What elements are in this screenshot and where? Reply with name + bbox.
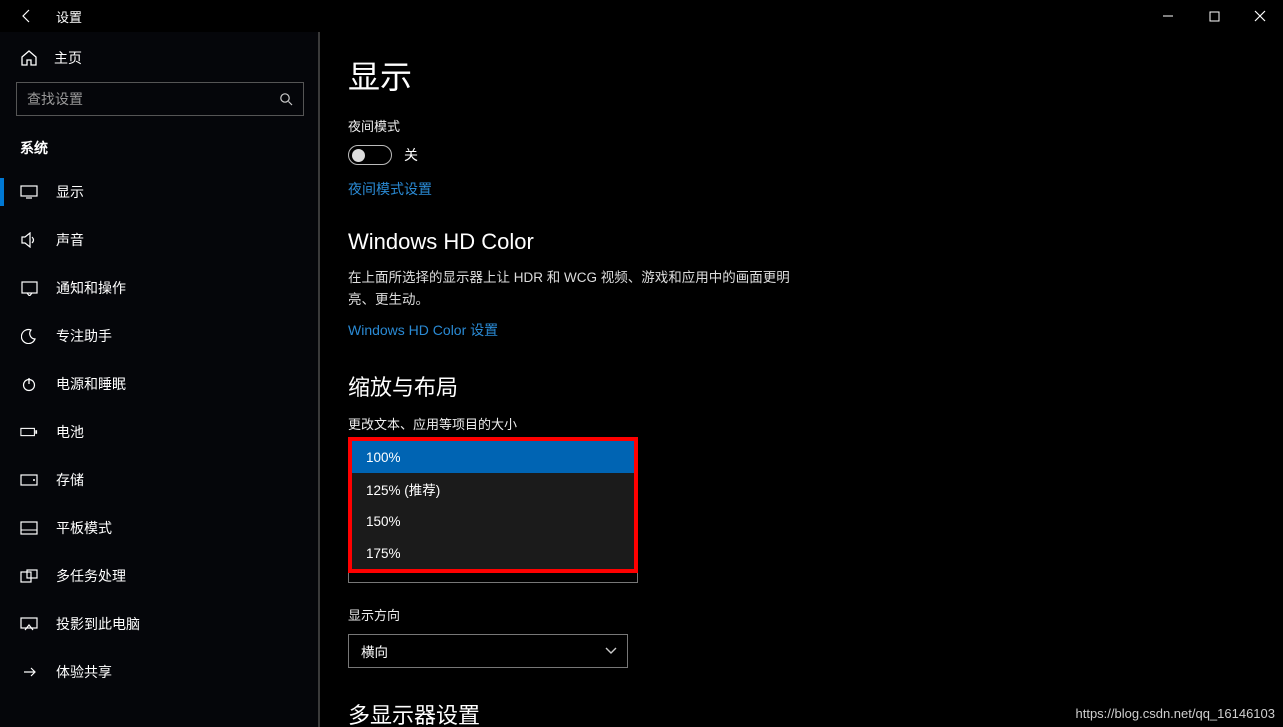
night-mode-state: 关 — [404, 145, 418, 165]
sidebar-item-battery[interactable]: 电池 — [0, 408, 320, 456]
sidebar-item-label: 平板模式 — [56, 518, 112, 538]
chevron-down-icon — [605, 647, 617, 655]
notification-icon — [20, 279, 38, 297]
sidebar-item-label: 多任务处理 — [56, 566, 126, 586]
night-mode-label: 夜间模式 — [348, 116, 960, 135]
sidebar-item-label: 显示 — [56, 182, 84, 202]
sidebar-item-label: 体验共享 — [56, 662, 112, 682]
sidebar-item-shared[interactable]: 体验共享 — [0, 648, 320, 696]
sidebar-item-label: 专注助手 — [56, 326, 112, 346]
sidebar-home[interactable]: 主页 — [0, 40, 320, 82]
sidebar-home-label: 主页 — [54, 48, 82, 68]
scale-dropdown-open[interactable]: 100% 125% (推荐) 150% 175% — [348, 437, 638, 573]
hd-color-settings-link[interactable]: Windows HD Color 设置 — [348, 320, 498, 340]
maximize-button[interactable] — [1191, 0, 1237, 32]
sidebar-item-label: 通知和操作 — [56, 278, 126, 298]
monitor-icon — [20, 183, 38, 201]
scale-option-175[interactable]: 175% — [352, 537, 634, 569]
sidebar-item-label: 存储 — [56, 470, 84, 490]
main-content: 显示 夜间模式 关 夜间模式设置 Windows HD Color 在上面所选择… — [320, 32, 1283, 727]
sidebar-item-focus-assist[interactable]: 专注助手 — [0, 312, 320, 360]
power-icon — [20, 375, 38, 393]
hd-color-description: 在上面所选择的显示器上让 HDR 和 WCG 视频、游戏和应用中的画面更明亮、更… — [348, 267, 808, 310]
orientation-select[interactable]: 横向 — [348, 634, 628, 668]
battery-icon — [20, 423, 38, 441]
sidebar-group-label: 系统 — [0, 132, 320, 168]
share-icon — [20, 663, 38, 681]
back-button[interactable] — [16, 5, 38, 27]
sidebar-item-label: 声音 — [56, 230, 84, 250]
sidebar-item-sound[interactable]: 声音 — [0, 216, 320, 264]
minimize-button[interactable] — [1145, 0, 1191, 32]
search-input[interactable] — [27, 91, 267, 107]
scale-option-100[interactable]: 100% — [352, 441, 634, 473]
scale-layout-heading: 缩放与布局 — [348, 370, 960, 402]
tablet-icon — [20, 519, 38, 537]
sidebar: 主页 系统 显示 — [0, 32, 320, 727]
hd-color-heading: Windows HD Color — [348, 229, 960, 255]
scale-option-125[interactable]: 125% (推荐) — [352, 473, 634, 505]
orientation-label: 显示方向 — [348, 605, 960, 624]
sidebar-item-label: 电池 — [56, 422, 84, 442]
sidebar-item-display[interactable]: 显示 — [0, 168, 320, 216]
scale-option-150[interactable]: 150% — [352, 505, 634, 537]
moon-icon — [20, 327, 38, 345]
storage-icon — [20, 471, 38, 489]
orientation-value: 横向 — [361, 641, 388, 661]
sidebar-item-projecting[interactable]: 投影到此电脑 — [0, 600, 320, 648]
project-icon — [20, 615, 38, 633]
scale-dropdown-tail — [348, 573, 638, 583]
multi-display-heading: 多显示器设置 — [348, 698, 960, 727]
sidebar-item-storage[interactable]: 存储 — [0, 456, 320, 504]
night-mode-toggle[interactable] — [348, 145, 392, 165]
app-title: 设置 — [56, 7, 82, 26]
scale-field-label: 更改文本、应用等项目的大小 — [348, 414, 960, 433]
watermark-text: https://blog.csdn.net/qq_16146103 — [1076, 706, 1276, 721]
sidebar-item-label: 电源和睡眠 — [56, 374, 126, 394]
multitask-icon — [20, 567, 38, 585]
home-icon — [20, 49, 38, 67]
sidebar-item-tablet[interactable]: 平板模式 — [0, 504, 320, 552]
sidebar-item-multitask[interactable]: 多任务处理 — [0, 552, 320, 600]
close-button[interactable] — [1237, 0, 1283, 32]
title-bar: 设置 — [0, 0, 1283, 32]
speaker-icon — [20, 231, 38, 249]
search-box[interactable] — [16, 82, 304, 116]
search-icon — [279, 92, 293, 106]
sidebar-item-power[interactable]: 电源和睡眠 — [0, 360, 320, 408]
sidebar-item-notifications[interactable]: 通知和操作 — [0, 264, 320, 312]
sidebar-item-label: 投影到此电脑 — [56, 614, 140, 634]
night-mode-settings-link[interactable]: 夜间模式设置 — [348, 179, 432, 199]
page-title: 显示 — [348, 52, 960, 98]
